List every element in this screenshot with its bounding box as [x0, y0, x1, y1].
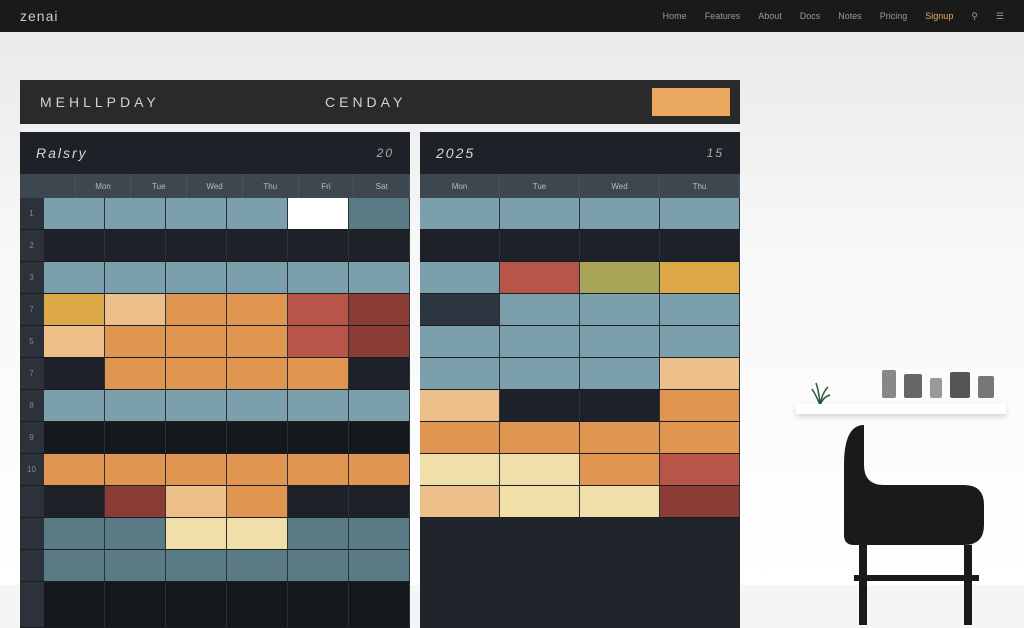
days-row: Mon Tue Wed Thu — [420, 174, 740, 198]
panel-year: 20 — [377, 146, 394, 160]
chair-decor — [834, 415, 1004, 625]
panel-header-left: Ralsry 20 — [20, 132, 410, 174]
board-title-2: CENDAY — [325, 94, 406, 110]
highlight-chip[interactable] — [652, 88, 730, 116]
day-header: Thu — [243, 174, 299, 198]
nav-cta[interactable]: Signup — [925, 11, 953, 21]
panel-heading: Ralsry — [36, 145, 88, 161]
menu-icon[interactable]: ☰ — [996, 11, 1004, 22]
day-header: Sat — [354, 174, 410, 198]
nav-item[interactable]: Notes — [838, 11, 862, 21]
search-icon[interactable]: ⚲ — [971, 11, 978, 22]
board-title-1: MEHLLPDAY — [40, 94, 160, 110]
calendar-panel-right: 2025 15 Mon Tue Wed Thu — [420, 132, 740, 628]
scene-wall: MEHLLPDAY CENDAY Ralsry 20 Mon Tue Wed T… — [0, 32, 1024, 585]
shelf — [796, 404, 1006, 414]
shelf-items — [882, 370, 994, 398]
calendar-grid-right[interactable] — [420, 198, 740, 518]
panel-header-right: 2025 15 — [420, 132, 740, 174]
nav-item[interactable]: Pricing — [880, 11, 908, 21]
top-nav: Home Features About Docs Notes Pricing S… — [663, 11, 1004, 22]
panel-year: 15 — [707, 146, 724, 160]
calendar-grid-left[interactable]: 1 2 3 7 5 7 8 9 10 — [20, 198, 410, 628]
day-header: Thu — [660, 174, 740, 198]
plant-decor — [808, 377, 832, 405]
day-header: Wed — [580, 174, 660, 198]
day-header: Fri — [299, 174, 355, 198]
nav-item[interactable]: Features — [705, 11, 741, 21]
day-header: Mon — [420, 174, 500, 198]
topbar: zenai Home Features About Docs Notes Pri… — [0, 0, 1024, 32]
panel-heading: 2025 — [436, 145, 475, 161]
days-row: Mon Tue Wed Thu Fri Sat — [20, 174, 410, 198]
nav-item[interactable]: About — [758, 11, 782, 21]
nav-item[interactable]: Home — [663, 11, 687, 21]
day-header: Mon — [76, 174, 132, 198]
day-header: Wed — [187, 174, 243, 198]
board-title-bar: MEHLLPDAY CENDAY — [20, 80, 740, 124]
day-header: Tue — [131, 174, 187, 198]
brand-logo[interactable]: zenai — [20, 8, 58, 24]
day-header: Tue — [500, 174, 580, 198]
calendar-board: MEHLLPDAY CENDAY Ralsry 20 Mon Tue Wed T… — [20, 80, 740, 628]
nav-item[interactable]: Docs — [800, 11, 821, 21]
calendar-panel-left: Ralsry 20 Mon Tue Wed Thu Fri Sat 1 2 3 … — [20, 132, 410, 628]
